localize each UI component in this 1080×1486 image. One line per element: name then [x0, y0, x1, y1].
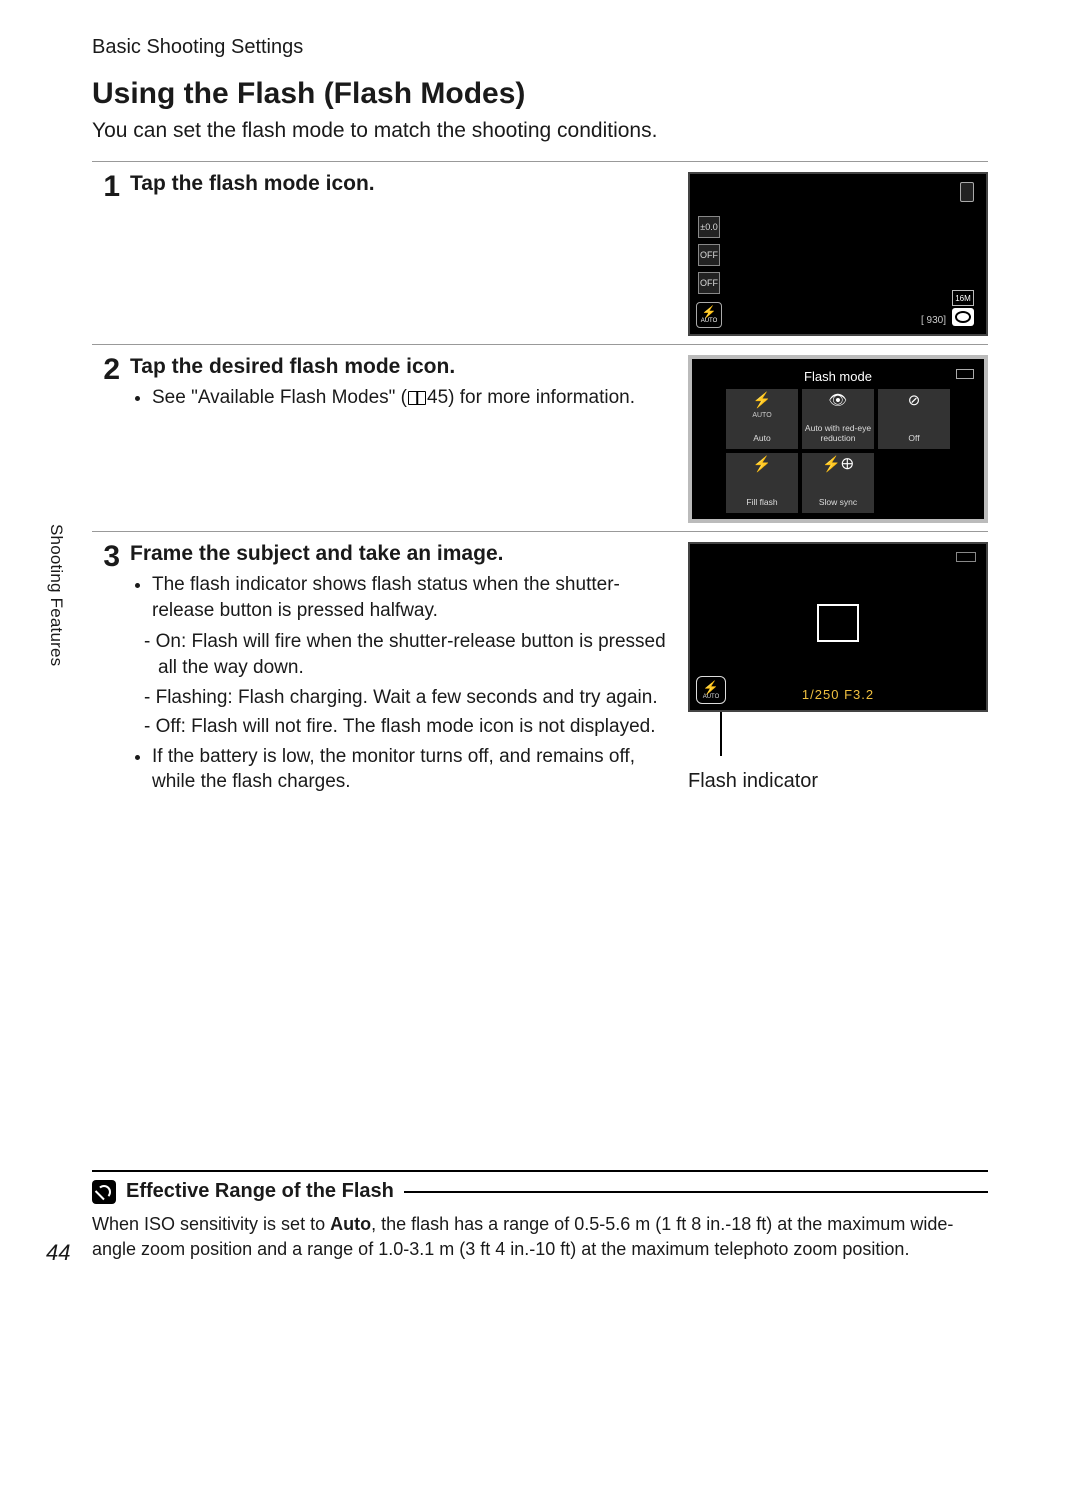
step-1: 1 Tap the flash mode icon. ±0.0 OFF OFF …	[92, 172, 988, 336]
step-2-text: 2 Tap the desired flash mode icon. See "…	[92, 355, 674, 523]
flash-indicator-icon: ⚡ AUTO	[696, 676, 726, 704]
flash-bolt-icon: ⚡	[703, 681, 719, 694]
step-3-text: 3 Frame the subject and take an image. T…	[92, 542, 674, 801]
step-3-bullet-2: If the battery is low, the monitor turns…	[152, 744, 674, 795]
step-3-bullet-1: The flash indicator shows flash status w…	[152, 572, 674, 623]
note-body: When ISO sensitivity is set to Auto, the…	[92, 1212, 988, 1262]
camera-screen-1: ±0.0 OFF OFF ⚡ AUTO 16M [ 930]	[688, 172, 988, 336]
step-2-figure: Flash mode ⚡ AUTO Auto 👁 Auto with red-e…	[688, 355, 988, 523]
divider	[92, 161, 988, 162]
step-1-number: 1	[92, 172, 120, 202]
flash-option-redeye[interactable]: 👁 Auto with red-eye reduction	[802, 389, 874, 449]
step-3-dash-3: Off: Flash will not fire. The flash mode…	[144, 714, 674, 740]
redeye-icon: 👁	[828, 393, 847, 410]
page: Basic Shooting Settings Using the Flash …	[0, 0, 1080, 849]
section-tab: Shooting Features	[46, 524, 66, 666]
note-icon	[92, 1180, 116, 1204]
flash-option-off[interactable]: ⊘ Off	[878, 389, 950, 449]
shots-remaining: [ 930]	[921, 315, 946, 326]
step-1-text: 1 Tap the flash mode icon.	[92, 172, 674, 336]
flash-option-fill[interactable]: ⚡ Fill flash	[726, 453, 798, 513]
resolution-badge: 16M	[952, 290, 974, 306]
battery-icon	[956, 369, 974, 379]
flash-auto-text: AUTO	[701, 318, 718, 324]
page-number: 44	[46, 1240, 70, 1266]
battery-icon	[956, 552, 976, 562]
breadcrumb: Basic Shooting Settings	[92, 36, 988, 59]
step-2: 2 Tap the desired flash mode icon. See "…	[92, 355, 988, 523]
timer-badge: OFF	[698, 272, 720, 294]
focus-area	[817, 604, 859, 642]
slow-sync-icon: ⚡🜨	[822, 457, 853, 474]
callout-line	[720, 712, 722, 756]
step-3-dash-2: Flashing: Flash charging. Wait a few sec…	[144, 685, 674, 711]
flash-mode-menu-title: Flash mode	[692, 369, 984, 384]
step-1-title: Tap the flash mode icon.	[130, 172, 375, 196]
note-title: Effective Range of the Flash	[126, 1180, 394, 1203]
flash-option-auto[interactable]: ⚡ AUTO Auto	[726, 389, 798, 449]
step-3-figure: 1/250 F3.2 ⚡ AUTO Flash indicator	[688, 542, 988, 801]
step-2-number: 2	[92, 355, 120, 385]
step-2-title: Tap the desired flash mode icon.	[130, 355, 635, 379]
flash-auto-icon: ⚡	[753, 393, 772, 410]
flash-mode-menu: Flash mode ⚡ AUTO Auto 👁 Auto with red-e…	[688, 355, 988, 523]
camera-mode-icon	[952, 308, 974, 326]
battery-icon	[960, 182, 974, 202]
step-3-dash-1: On: Flash will fire when the shutter-rel…	[144, 629, 674, 680]
flash-bolt-icon: ⚡	[702, 306, 717, 318]
step-2-body: See "Available Flash Modes" (45) for mor…	[130, 385, 635, 411]
step-1-figure: ±0.0 OFF OFF ⚡ AUTO 16M [ 930]	[688, 172, 988, 336]
intro-text: You can set the flash mode to match the …	[92, 119, 988, 143]
fill-flash-icon: ⚡	[753, 457, 772, 474]
flash-option-slowsync[interactable]: ⚡🜨 Slow sync	[802, 453, 874, 513]
page-title: Using the Flash (Flash Modes)	[92, 77, 988, 111]
camera-screen-3: 1/250 F3.2 ⚡ AUTO	[688, 542, 988, 712]
ev-badge: ±0.0	[698, 216, 720, 238]
step-3-body: The flash indicator shows flash status w…	[130, 572, 674, 795]
flash-mode-button[interactable]: ⚡ AUTO	[696, 302, 722, 328]
flash-off-icon: ⊘	[908, 393, 921, 410]
exposure-info: 1/250 F3.2	[690, 687, 986, 702]
note-rule	[404, 1191, 988, 1193]
note-box: Effective Range of the Flash When ISO se…	[92, 1170, 988, 1262]
step-3: 3 Frame the subject and take an image. T…	[92, 542, 988, 801]
macro-badge: OFF	[698, 244, 720, 266]
page-ref-icon	[408, 391, 426, 405]
divider	[92, 344, 988, 345]
flash-mode-grid: ⚡ AUTO Auto 👁 Auto with red-eye reductio…	[726, 389, 950, 513]
divider	[92, 531, 988, 532]
step-2-bullet: See "Available Flash Modes" (45) for mor…	[152, 385, 635, 411]
step-3-title: Frame the subject and take an image.	[130, 542, 674, 566]
step-3-number: 3	[92, 542, 120, 572]
flash-indicator-label: Flash indicator	[688, 770, 988, 793]
